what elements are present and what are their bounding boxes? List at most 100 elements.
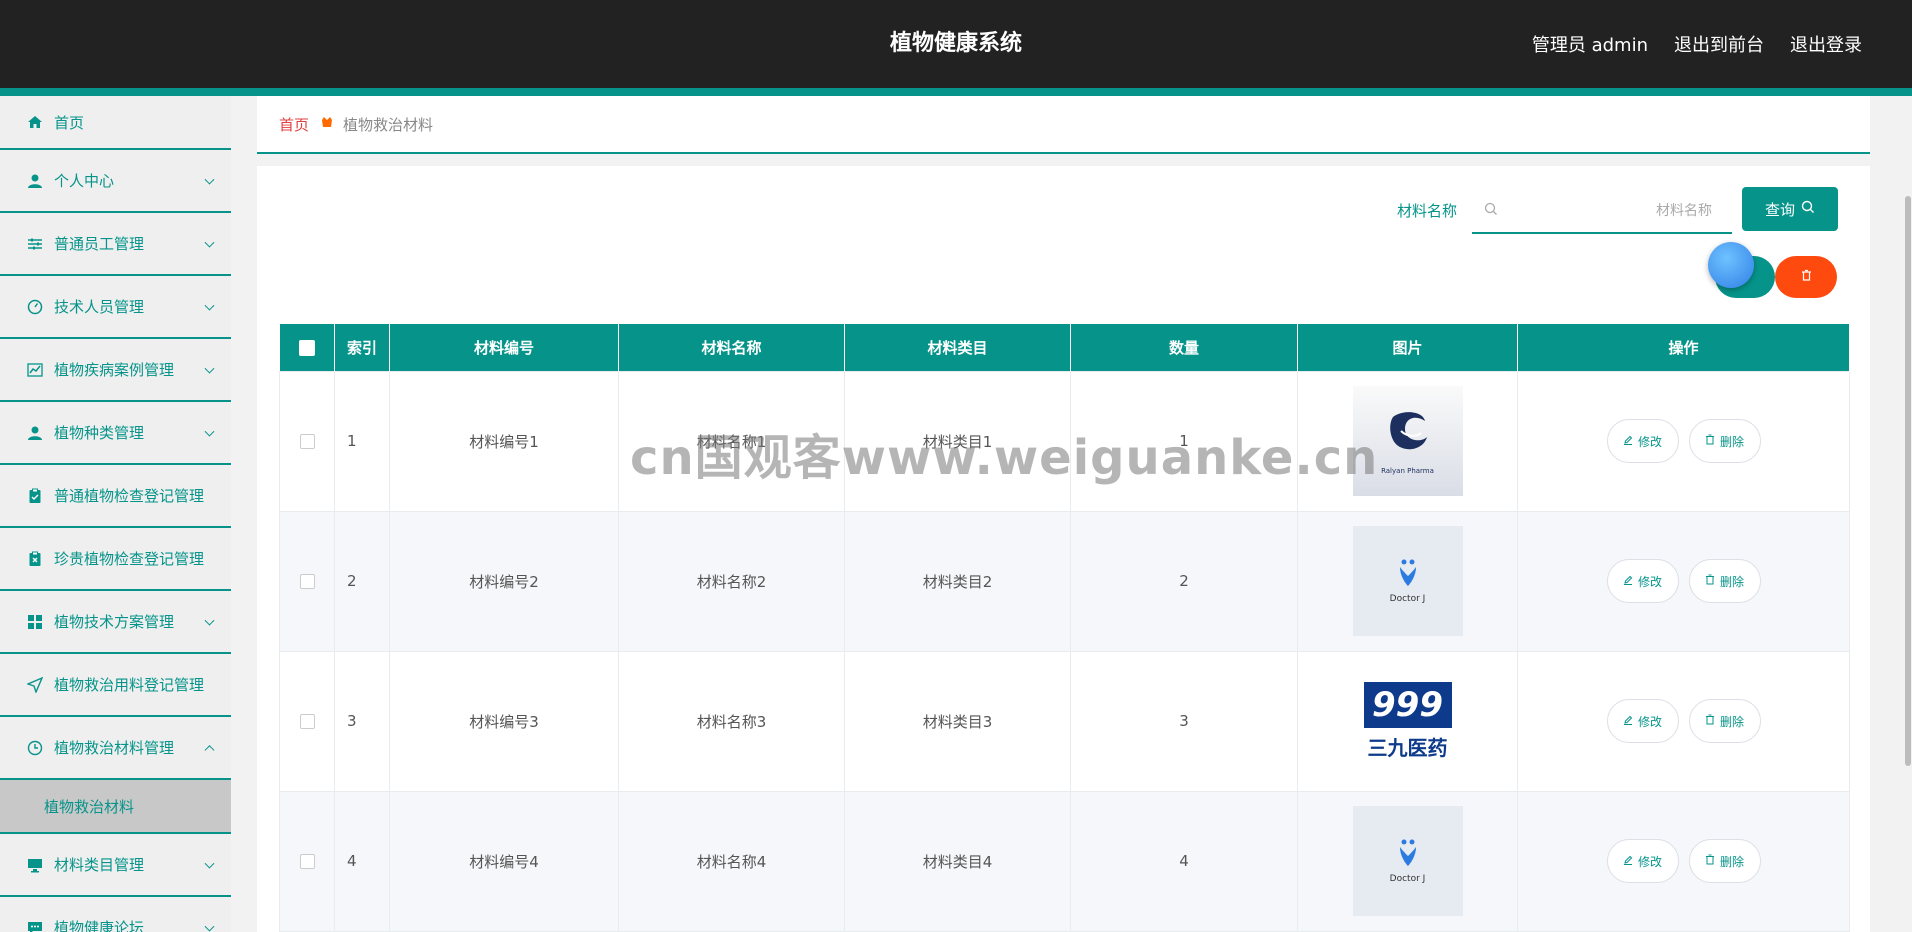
material-image[interactable]: Doctor J — [1352, 806, 1463, 916]
cell-qty: 1 — [1070, 370, 1298, 512]
breadcrumb-current: 植物救治材料 — [343, 115, 434, 134]
search-input[interactable] — [1512, 203, 1712, 219]
sidebar-item-staff[interactable]: 普通员工管理 — [0, 213, 231, 276]
sidebar-item-personal[interactable]: 个人中心 — [0, 150, 231, 213]
edit-label: 修改 — [1637, 434, 1662, 449]
clock-icon — [26, 739, 44, 757]
column-header[interactable]: 索引 — [334, 324, 390, 371]
grid-icon — [26, 613, 44, 631]
cell-code: 材料编号1 — [389, 370, 619, 512]
delete-label: 删除 — [1719, 714, 1744, 729]
edit-button[interactable]: 修改 — [1606, 839, 1679, 883]
sidebar-item-materials[interactable]: 植物救治材料管理 — [0, 717, 231, 780]
cell-image: 999 三九医药 — [1297, 650, 1518, 792]
monitor-icon — [26, 856, 44, 874]
sidebar-item-label: 珍贵植物检查登记管理 — [54, 550, 205, 568]
chevron-down-icon — [204, 921, 215, 932]
cell-code: 材料编号3 — [389, 650, 619, 792]
trash-icon — [1801, 269, 1812, 285]
select-all-checkbox[interactable] — [298, 339, 315, 356]
table-row: 4 材料编号4 材料名称4 材料类目4 4 Doctor J 修改 删除 — [279, 790, 1850, 932]
delete-label: 删除 — [1719, 574, 1744, 589]
sidebar-item-label: 技术人员管理 — [54, 298, 145, 316]
row-checkbox-cell — [279, 650, 335, 792]
edit-icon — [1623, 854, 1633, 868]
edit-label: 修改 — [1637, 574, 1662, 589]
floating-assistant-icon[interactable] — [1708, 242, 1754, 288]
delete-button[interactable]: 删除 — [1688, 419, 1761, 463]
sidebar-item-label: 普通员工管理 — [54, 235, 145, 253]
sidebar-item-home[interactable]: 首页 — [0, 96, 231, 150]
doctor-logo-icon — [1399, 839, 1416, 866]
select-all-cell — [279, 324, 335, 371]
table-row: 2 材料编号2 材料名称2 材料类目2 2 Doctor J 修改 删除 — [279, 510, 1850, 652]
row-checkbox[interactable] — [299, 714, 315, 729]
sliders-icon — [26, 235, 44, 253]
chevron-down-icon — [204, 174, 215, 185]
image-caption: Doctor J — [1389, 874, 1426, 884]
chevron-down-icon — [204, 300, 215, 311]
sidebar-item-disease-cases[interactable]: 植物疾病案例管理 — [0, 339, 231, 402]
clipboard-icon — [26, 550, 44, 568]
row-checkbox[interactable] — [299, 574, 315, 589]
sidebar-item-plant-species[interactable]: 植物种类管理 — [0, 402, 231, 465]
edit-button[interactable]: 修改 — [1606, 419, 1679, 463]
logout-link[interactable]: 退出登录 — [1790, 31, 1862, 57]
sidebar-item-tech-plans[interactable]: 植物技术方案管理 — [0, 591, 231, 654]
column-header[interactable]: 材料编号 — [389, 324, 619, 371]
material-image[interactable]: Doctor J — [1352, 526, 1463, 636]
image-caption: Doctor J — [1389, 594, 1426, 604]
image-caption: 三九医药 — [1367, 735, 1448, 760]
edit-button[interactable]: 修改 — [1606, 559, 1679, 603]
user-icon — [26, 172, 44, 190]
clipboard-icon — [26, 487, 44, 505]
page-scrollbar[interactable] — [1904, 96, 1912, 932]
material-image[interactable]: Ralyan Pharma — [1352, 386, 1463, 496]
header-divider — [0, 88, 1912, 96]
sidebar-item-technicians[interactable]: 技术人员管理 — [0, 276, 231, 339]
column-header[interactable]: 材料类目 — [844, 324, 1071, 371]
sidebar-item-label: 植物技术方案管理 — [54, 613, 175, 631]
row-checkbox[interactable] — [299, 434, 315, 449]
pharma-logo-icon — [1389, 412, 1427, 450]
cell-index: 3 — [334, 650, 390, 792]
sidebar-item-material-usage[interactable]: 植物救治用料登记管理 — [0, 654, 231, 717]
row-checkbox[interactable] — [299, 854, 315, 869]
cell-image: Ralyan Pharma — [1297, 370, 1518, 512]
sidebar-item-normal-check[interactable]: 普通植物检查登记管理 — [0, 465, 231, 528]
chat-icon — [26, 919, 44, 932]
scrollbar-thumb[interactable] — [1905, 196, 1911, 766]
chevron-down-icon — [204, 426, 215, 437]
material-image[interactable]: 999 三九医药 — [1352, 666, 1463, 776]
edit-button[interactable]: 修改 — [1606, 699, 1679, 743]
cell-name: 材料名称2 — [618, 510, 845, 652]
sidebar-item-label: 植物救治材料管理 — [54, 739, 175, 757]
cell-qty: 2 — [1070, 510, 1298, 652]
cell-index: 4 — [334, 790, 390, 932]
cell-name: 材料名称3 — [618, 650, 845, 792]
cell-actions: 修改 删除 — [1517, 510, 1850, 652]
column-header[interactable]: 数量 — [1070, 324, 1298, 371]
delete-button[interactable]: 删除 — [1688, 839, 1761, 883]
delete-button[interactable]: 删除 — [1688, 699, 1761, 743]
cell-code: 材料编号4 — [389, 790, 619, 932]
batch-delete-button[interactable] — [1775, 256, 1837, 298]
row-checkbox-cell — [279, 510, 335, 652]
user-icon — [26, 424, 44, 442]
materials-table: 索引 材料编号 材料名称 材料类目 数量 图片 操作 1 材料编号1 材料名称1… — [279, 324, 1850, 932]
delete-label: 删除 — [1719, 434, 1744, 449]
delete-button[interactable]: 删除 — [1688, 559, 1761, 603]
top-header: 植物健康系统 管理员 admin 退出到前台 退出登录 — [0, 0, 1912, 88]
table-row: 3 材料编号3 材料名称3 材料类目3 3 999 三九医药 修改 删除 — [279, 650, 1850, 792]
sidebar-item-material-categories[interactable]: 材料类目管理 — [0, 834, 231, 897]
chevron-up-icon — [204, 744, 215, 755]
query-button[interactable]: 查询 — [1742, 187, 1838, 231]
breadcrumb-home[interactable]: 首页 — [279, 114, 309, 135]
sidebar-item-forum[interactable]: 植物健康论坛 — [0, 897, 231, 932]
trash-icon — [1705, 574, 1715, 588]
column-header[interactable]: 材料名称 — [618, 324, 845, 371]
sidebar-item-precious-check[interactable]: 珍贵植物检查登记管理 — [0, 528, 231, 591]
sidebar-subitem-rescue-materials[interactable]: 植物救治材料 — [0, 780, 231, 834]
to-front-link[interactable]: 退出到前台 — [1674, 31, 1764, 57]
chevron-down-icon — [204, 237, 215, 248]
